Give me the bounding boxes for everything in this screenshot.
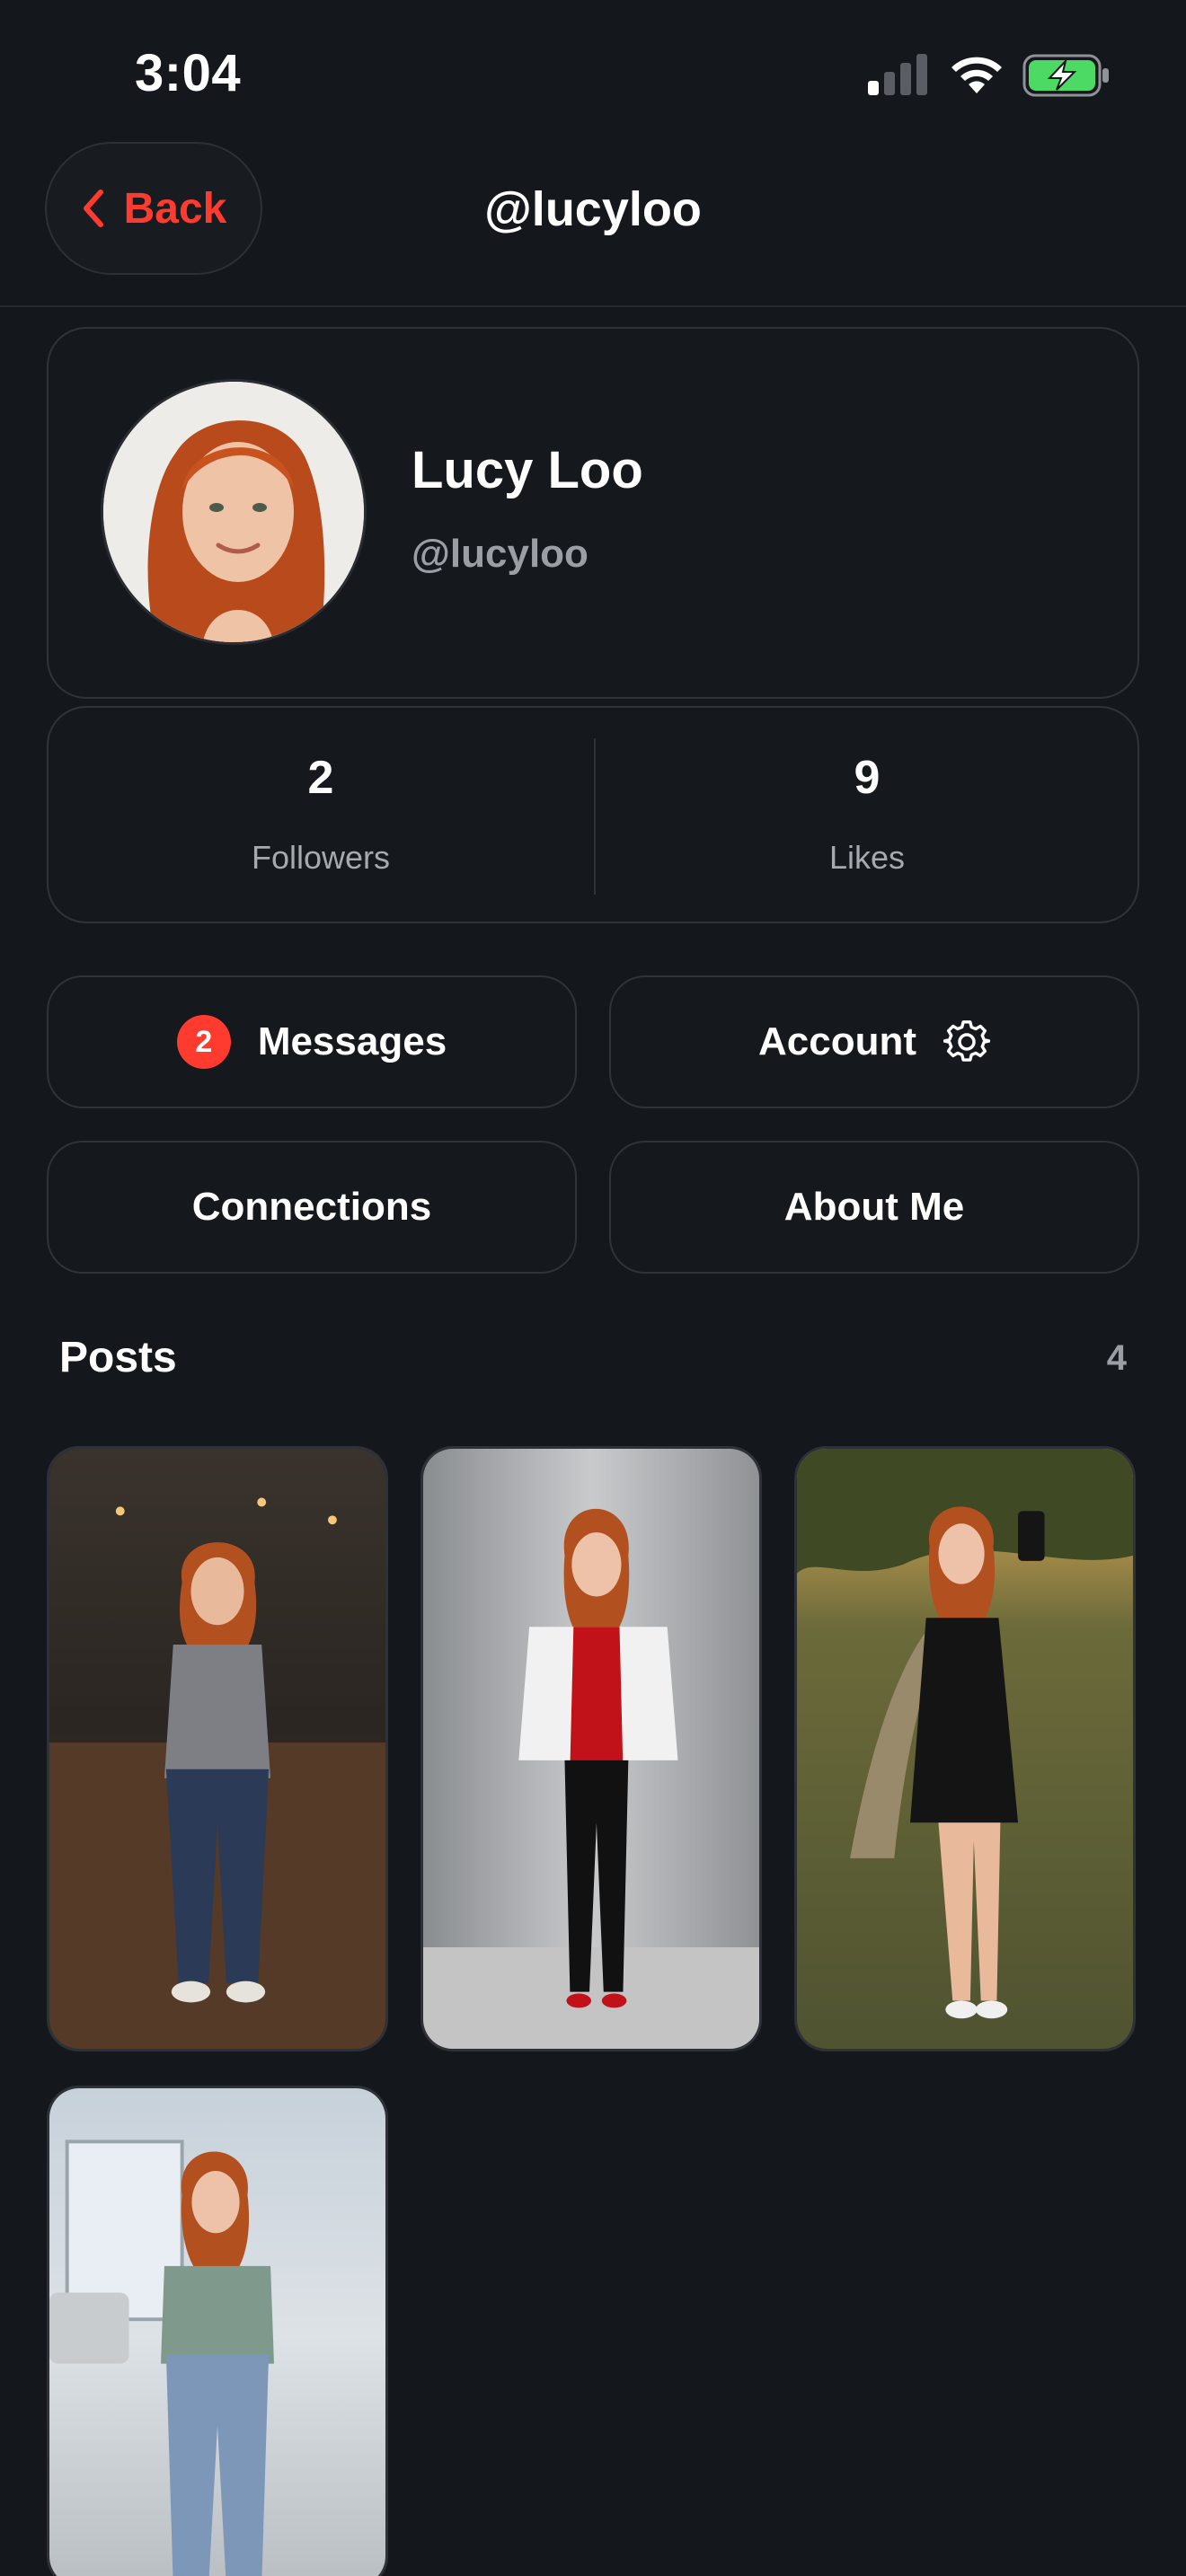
- followers-label: Followers: [251, 839, 391, 876]
- connections-label: Connections: [191, 1185, 432, 1229]
- profile-name: Lucy Loo: [412, 441, 643, 499]
- likes-stat[interactable]: 9 Likes: [595, 708, 1139, 925]
- messages-label: Messages: [257, 1019, 447, 1063]
- post-thumbnail[interactable]: [47, 1446, 388, 2051]
- likes-label: Likes: [828, 839, 906, 876]
- status-time: 3:04: [135, 44, 242, 102]
- post-thumbnail[interactable]: [420, 1446, 762, 2051]
- account-button[interactable]: Account: [609, 975, 1139, 1108]
- followers-count: 2: [307, 752, 334, 804]
- profile-card: Lucy Loo @lucyloo: [47, 327, 1139, 699]
- posts-count: 4: [1106, 1338, 1127, 1378]
- status-bar: 3:04: [0, 0, 1186, 135]
- about-me-label: About Me: [783, 1185, 965, 1229]
- connections-button[interactable]: Connections: [47, 1141, 577, 1274]
- likes-count: 9: [854, 752, 881, 804]
- avatar[interactable]: [101, 379, 367, 645]
- post-thumbnail[interactable]: [47, 2086, 388, 2576]
- about-me-button[interactable]: About Me: [609, 1141, 1139, 1274]
- page-title: @lucyloo: [484, 182, 702, 236]
- cellular-signal-icon: [868, 54, 927, 95]
- account-label: Account: [758, 1019, 916, 1063]
- battery-charging-icon: [1022, 54, 1109, 97]
- messages-button[interactable]: 2 Messages: [47, 975, 577, 1108]
- messages-badge: 2: [176, 1015, 231, 1069]
- navigation-bar: Back @lucyloo: [0, 135, 1186, 307]
- post-thumbnail[interactable]: [794, 1446, 1136, 2051]
- stats-card: 2 Followers 9 Likes: [47, 706, 1139, 923]
- posts-title: Posts: [59, 1334, 177, 1381]
- gear-icon: [943, 1020, 990, 1062]
- followers-stat[interactable]: 2 Followers: [49, 708, 593, 925]
- profile-screen: 3:04 Back @lucyloo Lucy Loo @lucyloo 2 F…: [0, 0, 1186, 2576]
- profile-handle: @lucyloo: [412, 532, 589, 576]
- wifi-icon: [951, 57, 1002, 93]
